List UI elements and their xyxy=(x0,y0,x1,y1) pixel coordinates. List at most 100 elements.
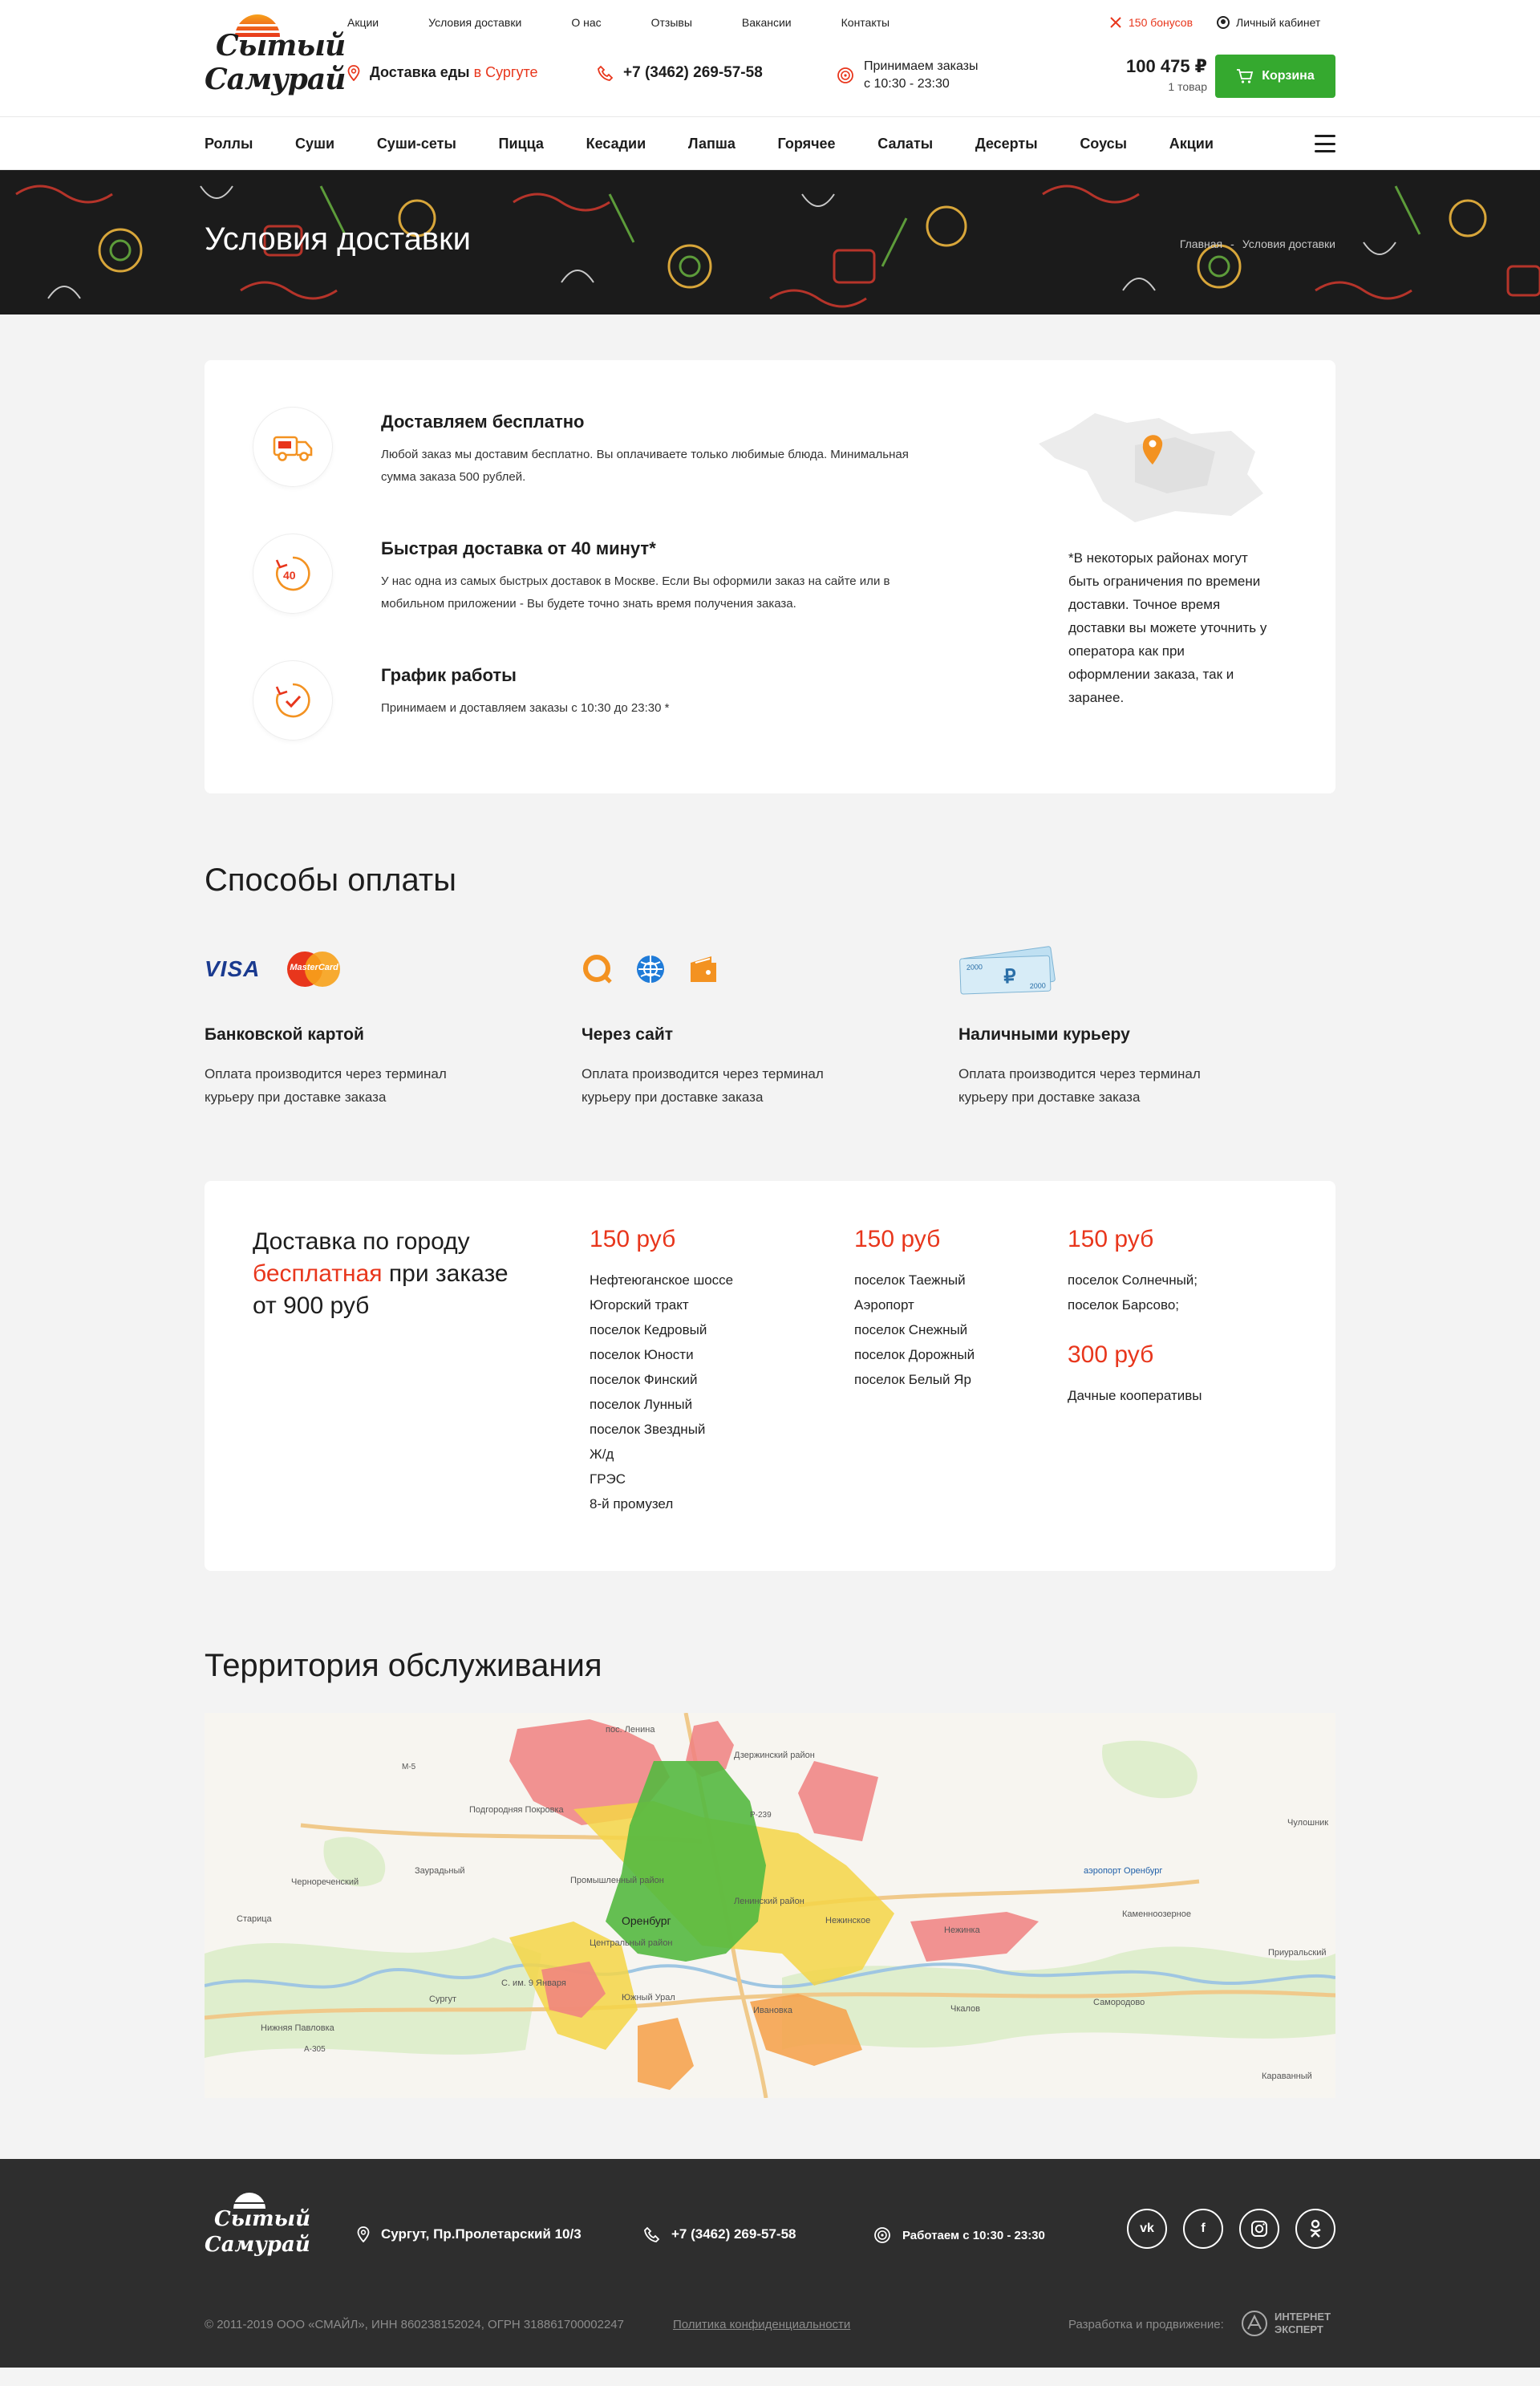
delivery-city-name[interactable]: в Сургуте xyxy=(474,64,538,80)
service-area-map[interactable]: пос. Ленина Дзержинский район Подгородня… xyxy=(205,1713,1335,2098)
svg-text:Южный Урал: Южный Урал xyxy=(622,1993,675,2003)
site-footer: Сытый Самурай Сургут, Пр.Пролетарский 10… xyxy=(0,2159,1540,2368)
nav-sushi-sets[interactable]: Суши-сеты xyxy=(377,136,456,152)
svg-text:С. им. 9 Января: С. им. 9 Января xyxy=(501,1978,566,1988)
footer-hours: Работаем с 10:30 - 23:30 xyxy=(873,2226,1045,2244)
clock-icon xyxy=(874,2227,890,2243)
svg-text:2000: 2000 xyxy=(1030,981,1046,990)
user-icon xyxy=(1217,16,1230,29)
footer-address-text: Сургут, Пр.Пролетарский 10/3 xyxy=(381,2226,582,2242)
nav-sushi[interactable]: Суши xyxy=(295,136,334,152)
nav-hot[interactable]: Горячее xyxy=(778,136,836,152)
footer-logo[interactable]: Сытый Самурай xyxy=(205,2188,310,2268)
menu-burger-icon[interactable] xyxy=(1315,135,1335,152)
price-place: поселок Юности xyxy=(590,1347,694,1362)
payment-method-text: Оплата производится через терминал курье… xyxy=(582,1066,824,1105)
price-place: поселок Дорожный xyxy=(854,1347,975,1362)
cart-total: 100 475 ₽ xyxy=(1126,56,1207,76)
phone-icon xyxy=(598,65,614,81)
top-link-about[interactable]: О нас xyxy=(571,16,601,29)
logo-text-line1: Сытый xyxy=(216,29,346,63)
visa-logo-icon: VISA xyxy=(205,956,261,981)
svg-text:Центральный район: Центральный район xyxy=(590,1938,673,1948)
price-place: поселок Финский xyxy=(590,1372,698,1387)
brand-logo[interactable]: Сытый Самурай xyxy=(205,10,346,108)
nav-pizza[interactable]: Пицца xyxy=(499,136,544,152)
nav-salads[interactable]: Салаты xyxy=(877,136,933,152)
svg-text:Нижняя Павловка: Нижняя Павловка xyxy=(261,2023,335,2033)
svg-text:Нежинское: Нежинское xyxy=(825,1916,870,1925)
svg-text:Подгородняя Покровка: Подгородняя Покровка xyxy=(469,1805,565,1815)
copyright: © 2011-2019 ООО «СМАЙЛ», ИНН 86023815202… xyxy=(205,2318,624,2331)
top-links: Акции Условия доставки О нас Отзывы Вака… xyxy=(347,16,939,29)
payment-card: VISA MasterCard Банковской картой Оплата… xyxy=(205,945,582,1109)
instagram-icon[interactable] xyxy=(1239,2209,1279,2249)
page-main: Доставляем бесплатно Любой заказ мы дост… xyxy=(0,314,1540,2368)
top-link-promo[interactable]: Акции xyxy=(347,16,379,29)
nav-promo[interactable]: Акции xyxy=(1169,136,1214,152)
vk-icon[interactable]: vk xyxy=(1127,2209,1167,2249)
top-link-contacts[interactable]: Контакты xyxy=(841,16,890,29)
site-header: Сытый Самурай Акции Условия доставки О н… xyxy=(0,0,1540,117)
nav-rolls[interactable]: Роллы xyxy=(205,136,253,152)
payment-method-title: Через сайт xyxy=(582,1025,674,1044)
nav-quesadilla[interactable]: Кесадии xyxy=(586,136,646,152)
privacy-policy-link[interactable]: Политика конфиденциальности xyxy=(673,2318,850,2331)
mastercard-logo-icon: MasterCard xyxy=(287,952,341,987)
developer-label: Разработка и продвижение: xyxy=(1068,2318,1224,2331)
region-map-icon xyxy=(1039,413,1263,522)
svg-text:М-5: М-5 xyxy=(402,1763,416,1771)
footer-phone[interactable]: +7 (3462) 269-57-58 xyxy=(644,2226,796,2242)
top-link-reviews[interactable]: Отзывы xyxy=(651,16,692,29)
svg-text:Старица: Старица xyxy=(237,1914,273,1924)
cabinet-link[interactable]: Личный кабинет xyxy=(1217,16,1320,29)
price-place: поселок Звездный xyxy=(590,1422,706,1437)
svg-text:Каменноозерное: Каменноозерное xyxy=(1122,1909,1191,1919)
svg-text:Заурадьный: Заурадьный xyxy=(415,1866,465,1876)
svg-text:Оренбург: Оренбург xyxy=(622,1914,671,1927)
price-value: 150 руб xyxy=(590,1226,676,1252)
cart-count: 1 товар xyxy=(1168,80,1207,93)
payment-methods: VISA MasterCard Банковской картой Оплата… xyxy=(205,945,1335,1109)
facebook-icon[interactable]: f xyxy=(1183,2209,1223,2249)
price-place: Ж/д xyxy=(590,1447,614,1462)
territory-title: Территория обслуживания xyxy=(205,1648,602,1683)
svg-text:Дзержинский район: Дзержинский район xyxy=(734,1751,815,1760)
svg-text:аэропорт Оренбург: аэропорт Оренбург xyxy=(1084,1866,1162,1876)
developer-logo[interactable]: ИНТЕРНЕТ ЭКСПЕРТ xyxy=(1241,2310,1331,2337)
top-link-jobs[interactable]: Вакансии xyxy=(742,16,792,29)
svg-text:2000: 2000 xyxy=(967,963,983,972)
feature-text: Любой заказ мы доставим бесплатно. Вы оп… xyxy=(381,448,909,484)
qiwi-icon xyxy=(583,955,612,984)
price-column: 150 руб поселок Солнечный; поселок Барсо… xyxy=(1068,1226,1202,1408)
top-link-delivery[interactable]: Условия доставки xyxy=(428,16,521,29)
delivery-prices-card: Доставка по городу бесплатная при заказе… xyxy=(205,1181,1335,1571)
svg-text:Промышленный район: Промышленный район xyxy=(570,1876,664,1885)
svg-text:Ленинский район: Ленинский район xyxy=(734,1897,804,1906)
nav-noodles[interactable]: Лапша xyxy=(688,136,736,152)
service-area-map-svg: пос. Ленина Дзержинский район Подгородня… xyxy=(205,1713,1335,2098)
odnoklassniki-icon[interactable] xyxy=(1295,2209,1335,2249)
bonus-link[interactable]: 150 бонусов xyxy=(1109,16,1193,29)
payment-method-text: Оплата производится через терминал курье… xyxy=(205,1066,447,1105)
nav-desserts[interactable]: Десерты xyxy=(975,136,1038,152)
free-delivery-headline: Доставка по городу бесплатная при заказе… xyxy=(253,1228,509,1319)
feature-schedule: График работы Принимаем и доставляем зак… xyxy=(253,660,910,741)
cart-summary[interactable]: 100 475 ₽ 1 товар xyxy=(1111,56,1207,93)
payment-online: Через сайт Оплата производится через тер… xyxy=(582,945,958,1109)
price-place: 8-й промузел xyxy=(590,1496,674,1512)
price-value: 150 руб xyxy=(854,1226,941,1252)
delivery-city[interactable]: Доставка еды в Сургуте xyxy=(347,64,538,81)
header-phone[interactable]: +7 (3462) 269-57-58 xyxy=(598,64,763,82)
timer-40-icon: 40 xyxy=(253,534,333,614)
cart-button[interactable]: Корзина xyxy=(1215,55,1335,98)
breadcrumb-home[interactable]: Главная xyxy=(1180,237,1222,250)
svg-text:40: 40 xyxy=(283,569,296,582)
payment-method-text: Оплата производится через терминал курье… xyxy=(958,1066,1201,1105)
delivery-info-card: Доставляем бесплатно Любой заказ мы дост… xyxy=(205,360,1335,793)
feature-fast-delivery: 40 Быстрая доставка от 40 минут* У нас о… xyxy=(253,534,910,615)
webmoney-icon xyxy=(637,956,664,983)
nav-sauces[interactable]: Соусы xyxy=(1080,136,1127,152)
svg-text:₽: ₽ xyxy=(1003,966,1016,988)
price-column: 150 руб Нефтеюганское шоссе Югорский тра… xyxy=(590,1226,733,1516)
